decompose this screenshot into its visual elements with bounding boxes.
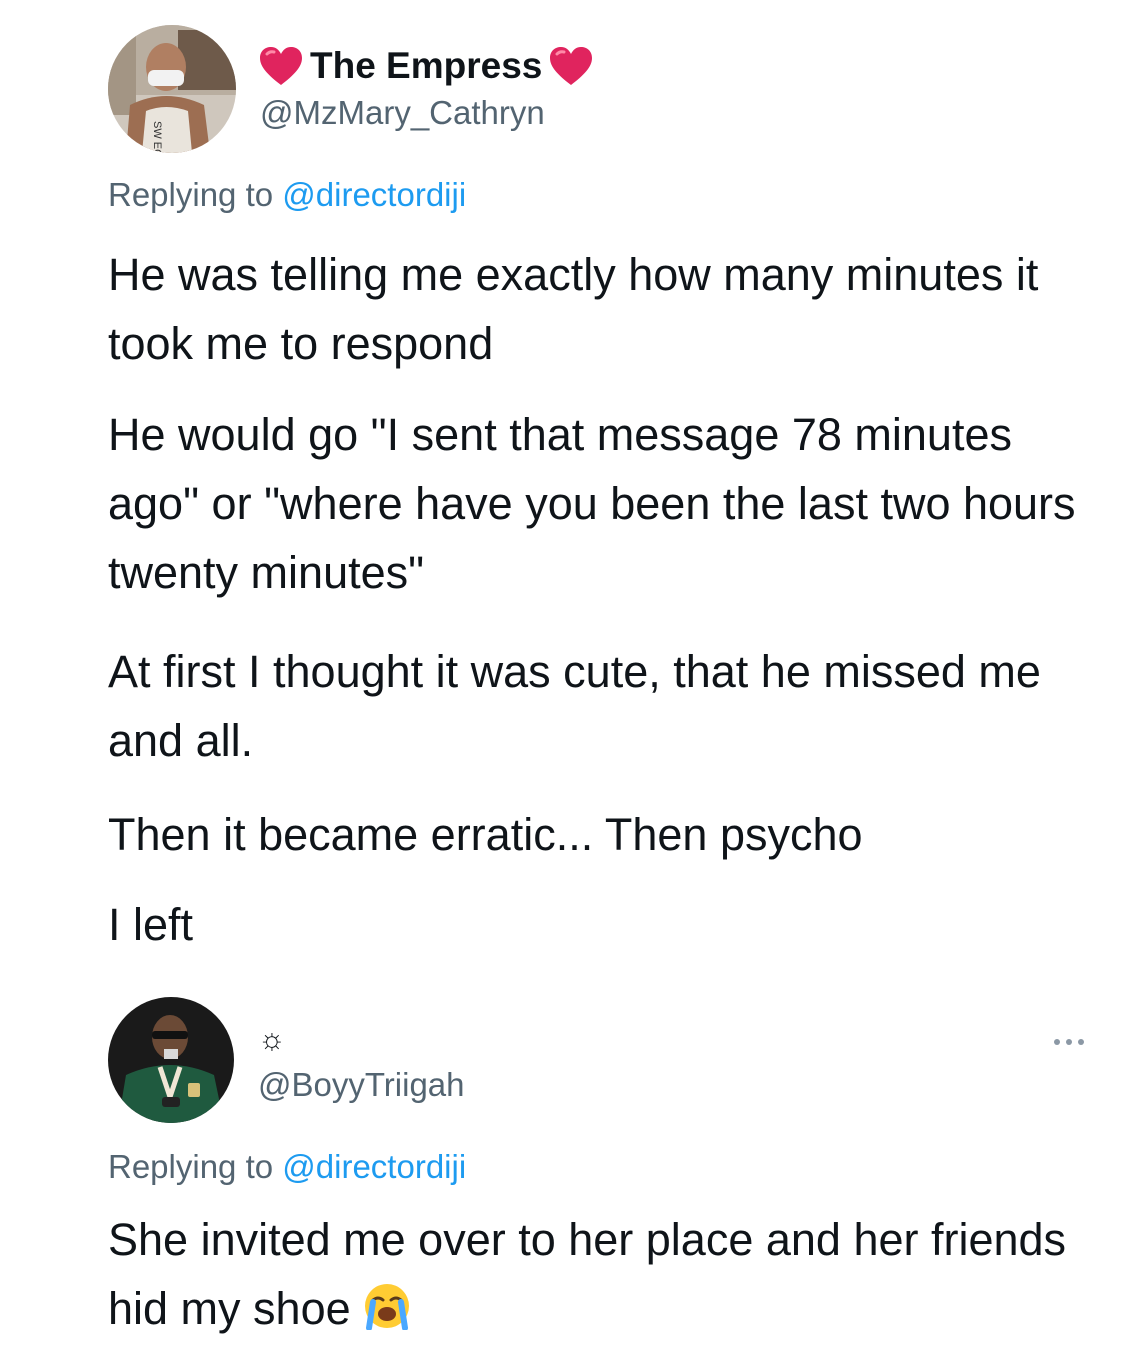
tweet-empress: SW EQUI The Empress @MzMary_Cathryn Repl… [0,0,1125,980]
avatar[interactable] [108,997,234,1123]
author-handle[interactable]: @BoyyTriigah [258,1065,465,1105]
loudly-crying-face-icon [365,1284,410,1330]
display-name-symbol[interactable]: ☼ [258,1023,286,1057]
replying-to-label: Replying to [108,1148,274,1185]
tweet-boyytriigah: ☼ @BoyyTriigah Replying to @directordiji… [0,985,1125,1370]
replying-to: Replying to @directordiji [108,1147,466,1187]
replying-to: Replying to @directordiji [108,175,466,215]
tweet-text: She invited me over to her place and her… [108,1214,1067,1334]
profile-photo-icon [108,997,234,1123]
display-name: The Empress [310,45,543,86]
author-name-row[interactable]: The Empress [258,44,594,88]
more-options-icon[interactable] [1054,1039,1084,1045]
red-heart-icon [260,47,302,85]
tweet-text-paragraph: At first I thought it was cute, that he … [108,646,1041,766]
tweet-text-paragraph: He would go "I sent that message 78 minu… [108,409,1076,598]
replying-to-label: Replying to [108,176,274,213]
tweet-text-paragraph: She invited me over to her place and her… [108,1205,1088,1343]
mention-link[interactable]: @directordiji [282,1148,466,1185]
tweet-text-paragraph: Then it became erratic... Then psycho [108,809,863,860]
avatar-shirt-text: SW EQUI [151,121,163,153]
avatar[interactable]: SW EQUI [108,25,236,153]
mention-link[interactable]: @directordiji [282,176,466,213]
red-heart-icon [550,47,593,85]
tweet-text-paragraph: I left [108,899,194,950]
tweet-text-paragraph: He was telling me exactly how many minut… [108,249,1039,369]
author-handle[interactable]: @MzMary_Cathryn [260,93,545,133]
profile-photo-icon: SW EQUI [108,25,236,153]
